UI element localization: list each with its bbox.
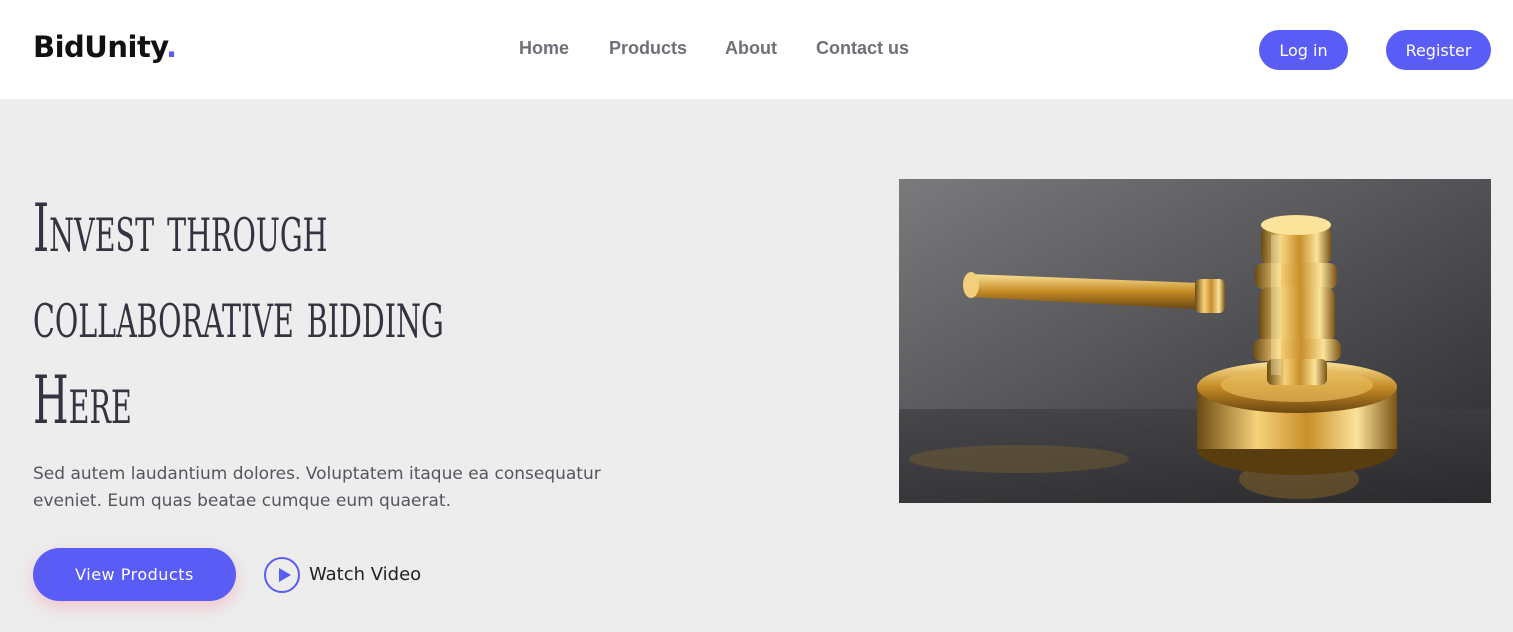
logo-dot: . <box>166 30 177 64</box>
logo-text: BidUnity <box>33 30 167 64</box>
hero-description: Sed autem laudantium dolores. Voluptatem… <box>33 464 601 511</box>
hero-title: Invest through collaborative bidding Her… <box>33 186 444 444</box>
watch-video-link[interactable]: Watch Video <box>264 556 421 593</box>
nav-home[interactable]: Home <box>519 38 569 59</box>
play-icon[interactable] <box>264 556 300 593</box>
logo[interactable]: BidUnity. <box>33 30 177 64</box>
login-button[interactable]: Log in <box>1259 30 1348 70</box>
gavel-image <box>899 179 1491 503</box>
register-button[interactable]: Register <box>1386 30 1491 70</box>
site-header: BidUnity. Home Products About Contact us… <box>0 0 1513 99</box>
view-products-button[interactable]: View Products <box>33 548 236 601</box>
nav-about[interactable]: About <box>725 38 777 59</box>
hero-title-line-2: collaborative bidding <box>33 276 444 353</box>
hero-title-line-1: Invest through <box>33 190 328 267</box>
nav-contact-us[interactable]: Contact us <box>816 38 909 59</box>
nav-products[interactable]: Products <box>609 38 687 59</box>
hero-title-line-3: Here <box>33 362 132 439</box>
watch-video-label: Watch Video <box>309 564 422 585</box>
gavel-icon <box>899 179 1491 503</box>
